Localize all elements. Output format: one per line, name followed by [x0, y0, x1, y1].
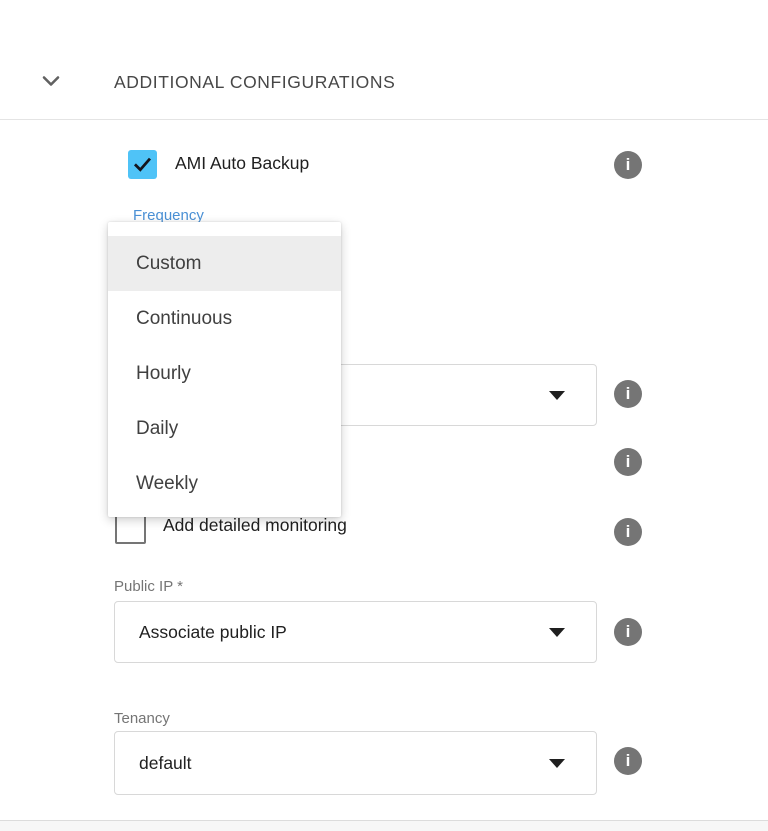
- public-ip-select[interactable]: Associate public IP: [114, 601, 597, 663]
- menu-option-hourly[interactable]: Hourly: [108, 346, 341, 401]
- menu-option-daily[interactable]: Daily: [108, 401, 341, 456]
- public-ip-info-icon[interactable]: i: [614, 618, 642, 646]
- detailed-monitoring-checkbox[interactable]: [115, 513, 146, 544]
- ami-auto-backup-info-icon[interactable]: i: [614, 151, 642, 179]
- dropdown-caret-icon: [549, 759, 565, 768]
- menu-option-custom[interactable]: Custom: [108, 236, 341, 291]
- section-divider: [0, 119, 768, 120]
- frequency-dropdown-menu: Custom Continuous Hourly Daily Weekly: [108, 222, 341, 517]
- ami-auto-backup-checkbox[interactable]: [128, 150, 157, 179]
- tenancy-value: default: [139, 732, 192, 794]
- ami-auto-backup-label: AMI Auto Backup: [175, 153, 309, 174]
- tenancy-select[interactable]: default: [114, 731, 597, 795]
- detailed-monitoring-info-icon[interactable]: i: [614, 518, 642, 546]
- menu-option-weekly[interactable]: Weekly: [108, 456, 341, 511]
- section-title: ADDITIONAL CONFIGURATIONS: [114, 70, 395, 94]
- menu-option-continuous[interactable]: Continuous: [108, 291, 341, 346]
- checkmark-icon: [132, 154, 153, 175]
- frequency-info-icon[interactable]: i: [614, 380, 642, 408]
- dropdown-caret-icon: [549, 391, 565, 400]
- chevron-down-icon[interactable]: [39, 69, 63, 93]
- bottom-strip: [0, 821, 768, 831]
- public-ip-label: Public IP *: [114, 577, 183, 597]
- hidden-row-info-icon[interactable]: i: [614, 448, 642, 476]
- public-ip-value: Associate public IP: [139, 602, 287, 662]
- tenancy-info-icon[interactable]: i: [614, 747, 642, 775]
- tenancy-label: Tenancy: [114, 709, 170, 729]
- dropdown-caret-icon: [549, 628, 565, 637]
- additional-configurations-panel: ADDITIONAL CONFIGURATIONS AMI Auto Backu…: [0, 0, 768, 831]
